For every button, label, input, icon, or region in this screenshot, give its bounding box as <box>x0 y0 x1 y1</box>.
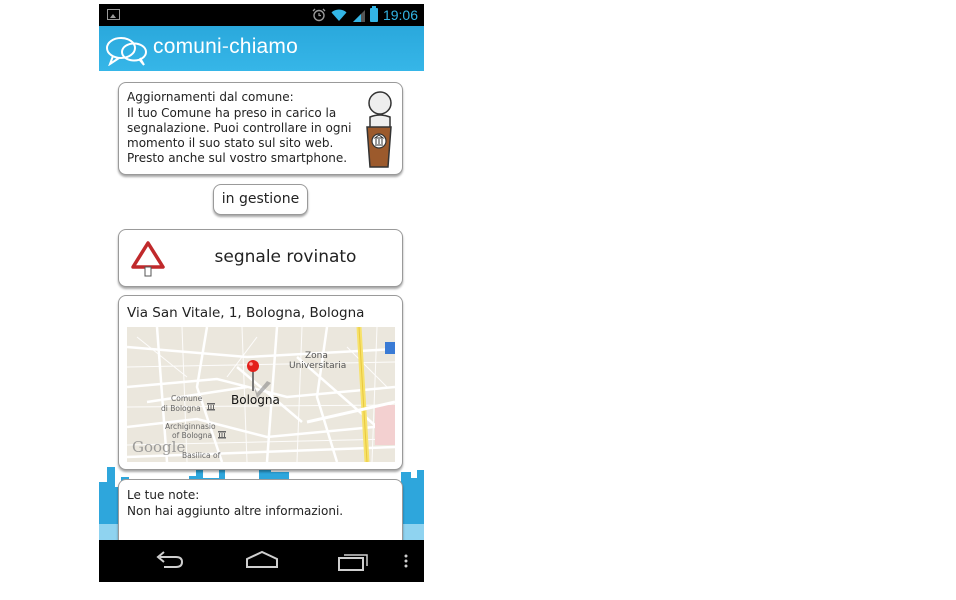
warning-triangle-icon <box>131 241 165 277</box>
mayor-podium-icon <box>366 91 392 168</box>
navigation-bar <box>99 540 424 582</box>
address-text: Via San Vitale, 1, Bologna, Bologna <box>127 305 365 321</box>
map-view[interactable]: Zona Universitaria Comune di Bologna Arc… <box>127 327 395 462</box>
status-badge: in gestione <box>213 184 308 215</box>
app-title-part2: chiamo <box>229 35 299 58</box>
map-label-city: Bologna <box>231 393 280 407</box>
map-label-archiginnasio: Archiginnasio <box>165 422 216 431</box>
app-title-part1: comuni <box>153 35 222 58</box>
app-title: comuni-chiamo <box>153 35 298 59</box>
signal-icon <box>352 9 365 22</box>
recent-apps-icon[interactable] <box>336 548 372 574</box>
overflow-menu-icon[interactable] <box>403 548 409 574</box>
clock: 19:06 <box>382 7 418 23</box>
status-icons: 19:06 <box>312 4 418 26</box>
back-icon[interactable] <box>154 548 186 574</box>
location-card: Via San Vitale, 1, Bologna, Bologna Zona… <box>118 295 403 470</box>
update-text: Il tuo Comune ha preso in carico la segn… <box>127 106 352 165</box>
map-label-zona: Zona <box>305 351 328 361</box>
notes-title: Le tue note: <box>127 488 200 502</box>
municipality-update-card: Aggiornamenti dal comune: Il tuo Comune … <box>118 82 403 175</box>
home-icon[interactable] <box>244 548 280 574</box>
map-canvas: Zona Universitaria Comune di Bologna Arc… <box>127 327 395 462</box>
google-logo: Google <box>132 438 185 456</box>
status-bar: 19:06 <box>99 4 424 26</box>
map-label-comune: Comune <box>171 394 203 403</box>
map-label-basilica: Basilica of <box>182 451 221 460</box>
app-header: comuni-chiamo <box>99 26 424 71</box>
battery-icon <box>369 6 378 22</box>
notes-text: Non hai aggiunto altre informazioni. <box>127 504 344 518</box>
phone-screen: 19:06 comuni-chiamo Aggiornamenti dal co… <box>99 4 424 582</box>
alarm-icon <box>312 8 326 22</box>
report-category-card[interactable]: segnale rovinato <box>118 229 403 287</box>
speech-bubbles-logo-icon <box>106 37 147 66</box>
notes-card: Le tue note: Non hai aggiunto altre info… <box>118 479 403 549</box>
map-label-universitaria: Universitaria <box>289 361 346 371</box>
map-label-di-bologna: di Bologna <box>161 404 201 413</box>
wifi-icon <box>331 9 347 21</box>
image-notification-icon <box>107 9 120 20</box>
category-label: segnale rovinato <box>214 247 357 267</box>
update-title: Aggiornamenti dal comune: <box>127 90 294 104</box>
